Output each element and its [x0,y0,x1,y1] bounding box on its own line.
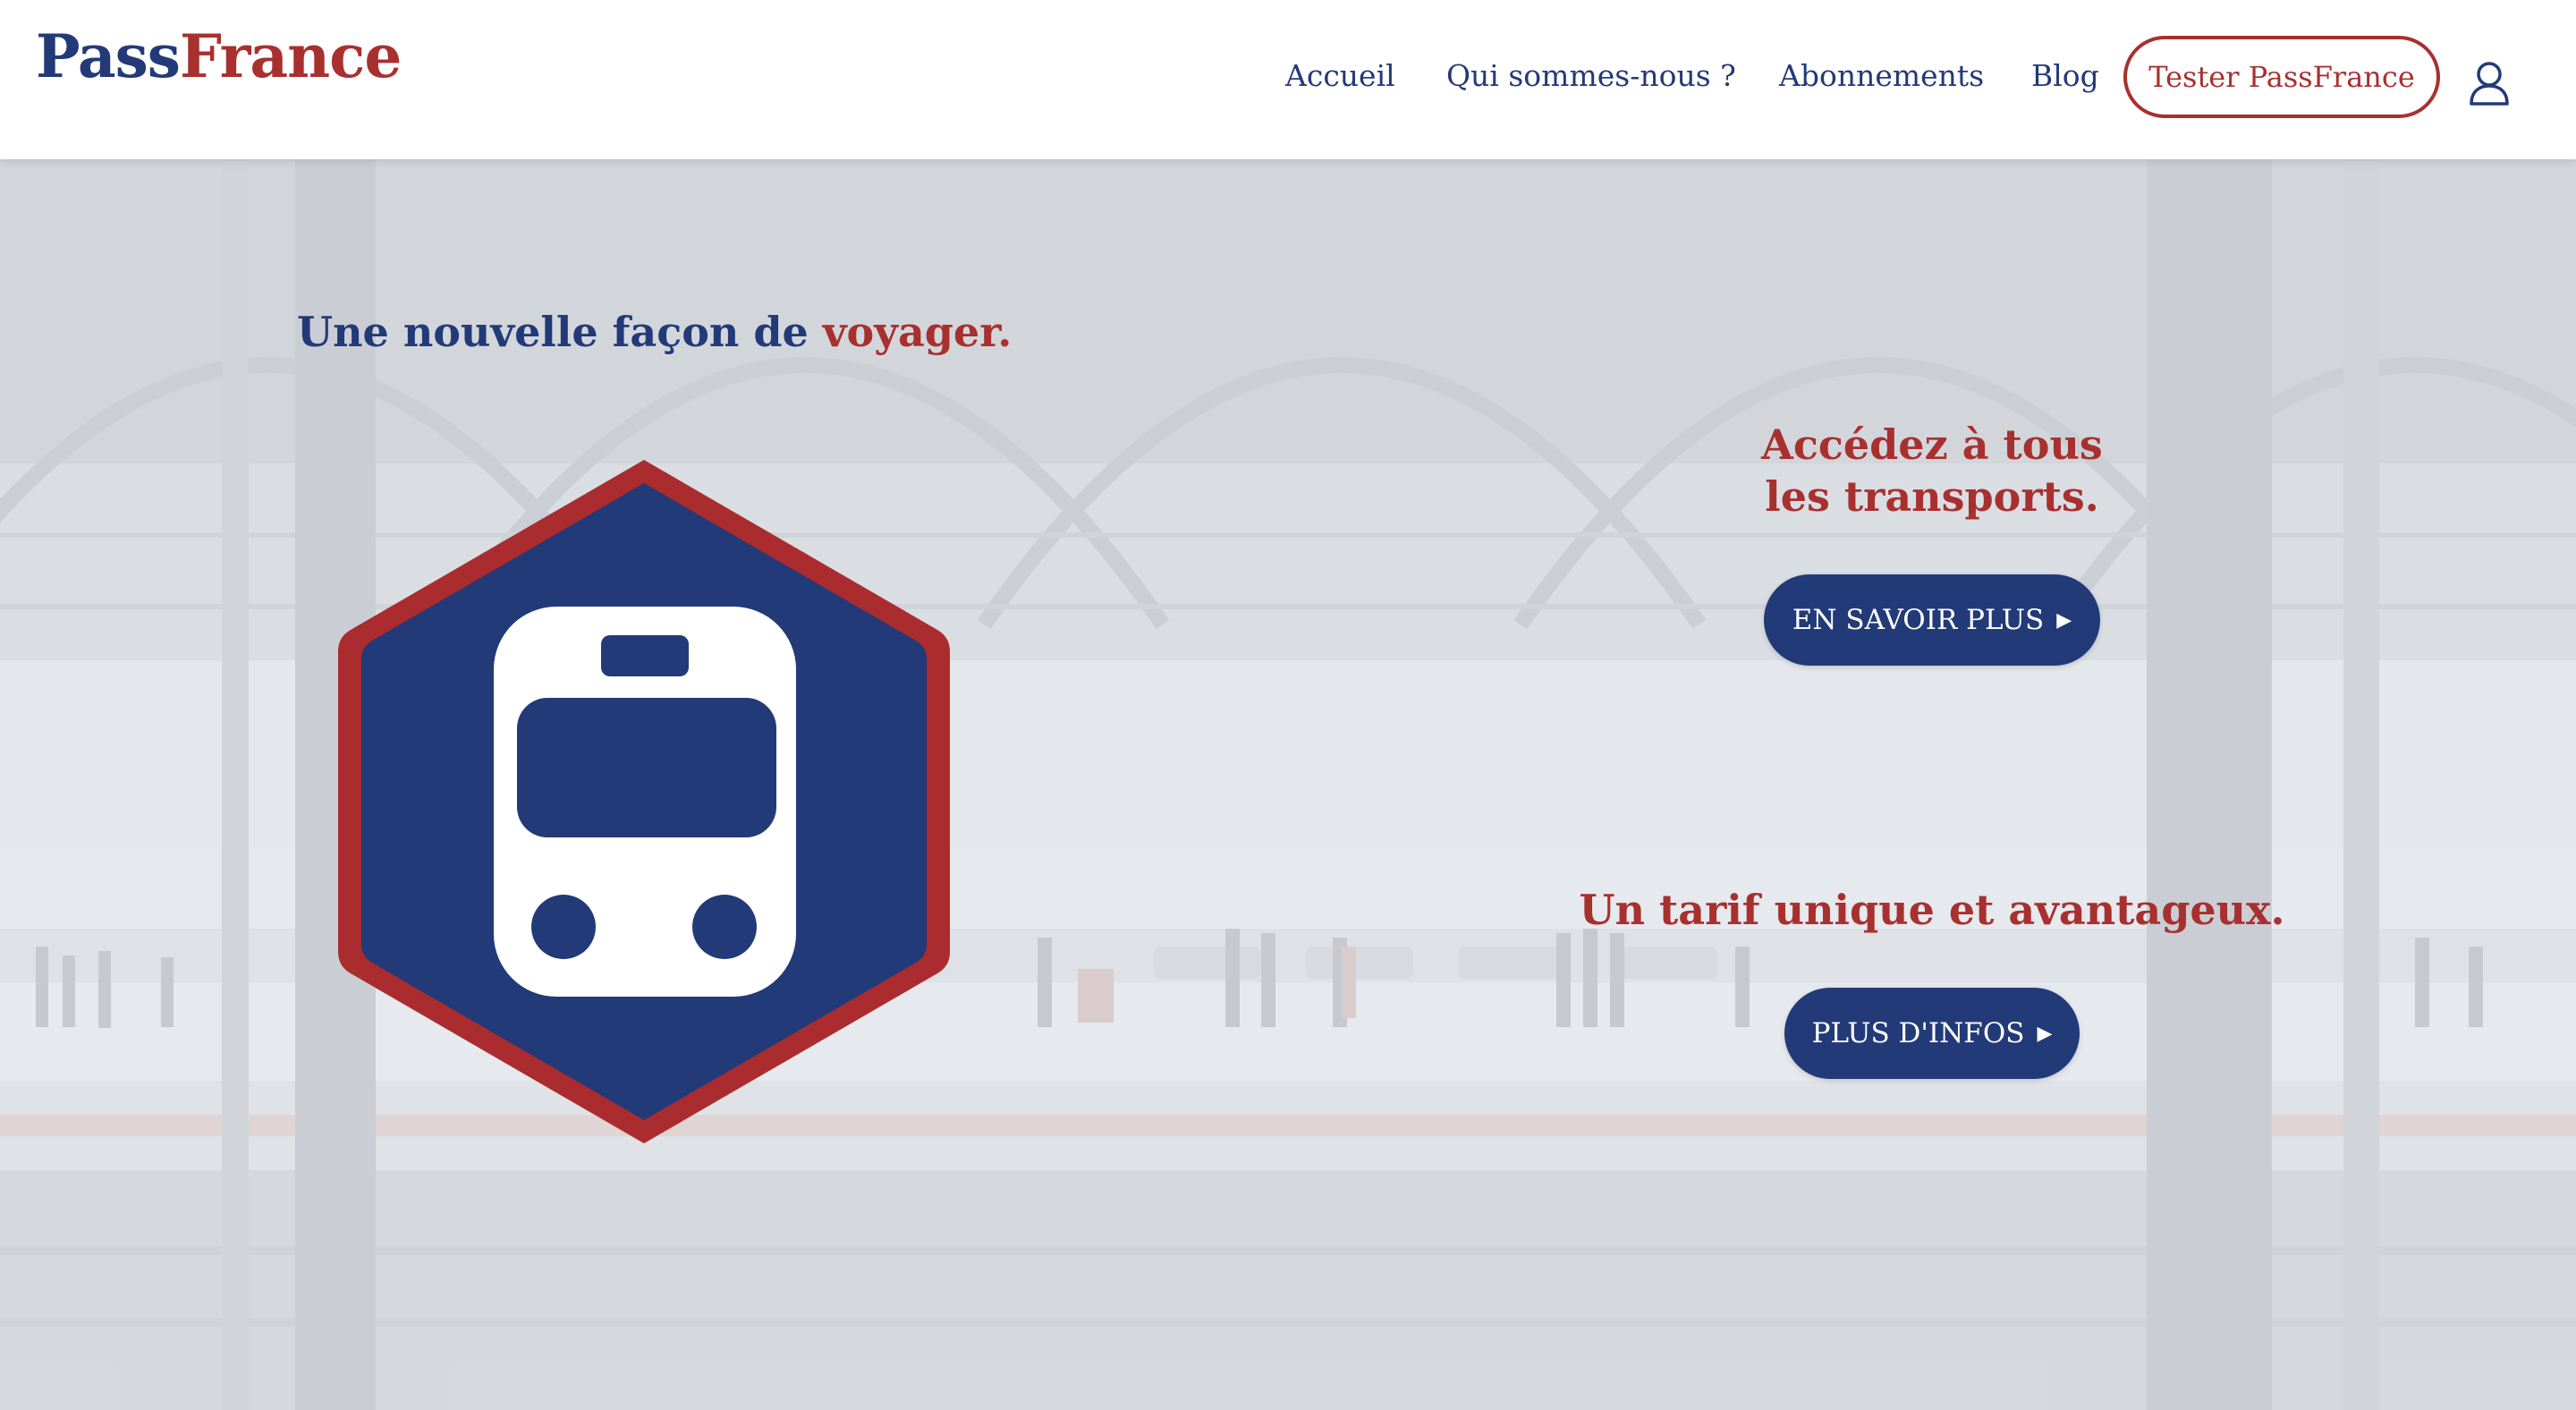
nav-link-abonnements[interactable]: Abonnements [1779,61,1984,90]
nav-link-qui-sommes-nous[interactable]: Qui sommes-nous ? [1446,61,1736,90]
en-savoir-plus-button[interactable]: EN SAVOIR PLUS ▶ [1764,574,2100,666]
feature-transports-line1: Accédez à tous [1761,420,2103,469]
top-navigation-bar: PassFrance Accueil Qui sommes-nous ? Abo… [0,0,2576,159]
feature-transports-title: Accédez à tous les transports. [1753,419,2111,522]
caret-right-icon: ▶ [2056,608,2072,632]
hero-tagline: Une nouvelle façon de voyager. [297,311,1012,352]
tester-passfrance-button[interactable]: Tester PassFrance [2123,36,2440,118]
passfrance-logo[interactable]: PassFrance [36,27,402,86]
tagline-highlight: voyager. [822,308,1013,356]
logo-pass: Pass [36,21,181,91]
nav-link-blog[interactable]: Blog [2031,61,2099,90]
train-badge [333,454,955,1149]
nav-link-accueil[interactable]: Accueil [1285,61,1395,90]
caret-right-icon: ▶ [2037,1022,2053,1045]
feature-tarif-title: Un tarif unique et avantageux. [1579,886,2285,934]
feature-transports-line2: les transports. [1765,472,2099,521]
user-icon[interactable] [2469,61,2510,106]
train-icon [494,607,796,997]
logo-france: France [179,21,402,91]
plus-d-infos-label: PLUS D'INFOS [1811,1017,2025,1049]
plus-d-infos-button[interactable]: PLUS D'INFOS ▶ [1784,988,2080,1079]
tagline-text: Une nouvelle façon de [297,308,823,356]
en-savoir-plus-label: EN SAVOIR PLUS [1792,604,2045,636]
